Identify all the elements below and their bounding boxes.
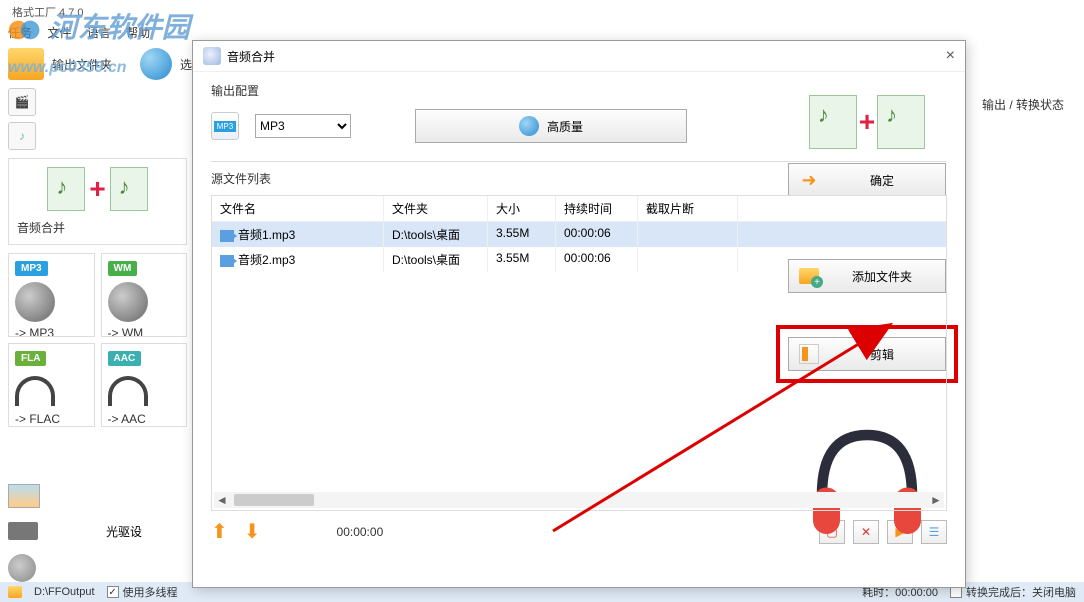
merge-tile-label: 音频合并 <box>17 219 178 236</box>
table-row[interactable]: 音频2.mp3 D:\tools\桌面 3.55M 00:00:06 <box>212 247 946 272</box>
shutdown-checkbox[interactable]: 转换完成后：关闭电脑 <box>950 584 1076 600</box>
multithread-checkbox[interactable]: ✓使用多线程 <box>107 584 178 600</box>
audio-merge-dialog: 音频合并 × 输出配置 MP3 MP3 高质量 + ➜ 确定 + 添加文 <box>192 40 966 588</box>
format-tile-mp3[interactable]: MP3 -> MP3 <box>8 253 95 337</box>
scroll-left-icon[interactable]: ◄ <box>214 493 230 507</box>
output-folder-label: 输出文件夹 <box>52 56 112 73</box>
plus-icon: + <box>89 173 105 205</box>
format-tile-wm[interactable]: WM -> WM <box>101 253 188 337</box>
header-filename[interactable]: 文件名 <box>212 196 384 221</box>
move-down-button[interactable]: ⬇ <box>244 519 261 544</box>
format-label: -> FLAC <box>15 412 88 426</box>
cell-filename: 音频1.mp3 <box>238 228 295 242</box>
ok-button[interactable]: ➜ 确定 <box>788 163 946 197</box>
left-panel: 🎬 ♪ + 音频合并 MP3 -> MP3 WM -> WM FLA <box>8 88 187 427</box>
right-strip-label: 输出 / 转换状态 <box>974 88 1084 121</box>
video-category-icon[interactable]: 🎬 <box>8 88 36 116</box>
badge-aac: AAC <box>108 351 142 366</box>
music-note-icon <box>47 167 85 211</box>
audio-file-icon <box>220 255 234 267</box>
time-display: 00:00:00 <box>337 525 384 539</box>
audio-merge-tile[interactable]: + 音频合并 <box>8 158 187 245</box>
format-tile-aac[interactable]: AAC -> AAC <box>101 343 188 427</box>
format-label: -> WM <box>108 326 181 337</box>
dialog-icon <box>203 47 221 65</box>
header-folder[interactable]: 文件夹 <box>384 196 488 221</box>
speaker-icon <box>108 282 148 322</box>
file-table: 文件名 文件夹 大小 持续时间 截取片断 音频1.mp3 D:\tools\桌面… <box>211 195 947 511</box>
globe-icon <box>519 116 539 136</box>
output-folder-icon[interactable] <box>8 48 44 80</box>
header-clip[interactable]: 截取片断 <box>638 196 738 221</box>
horizontal-scrollbar[interactable]: ◄ ► <box>214 492 944 508</box>
folder-icon[interactable] <box>8 586 22 598</box>
menu-lang[interactable]: 语言 <box>87 26 111 40</box>
music-note-icon <box>877 95 925 149</box>
menu-help[interactable]: 帮助 <box>126 26 150 40</box>
quality-label: 高质量 <box>547 118 583 135</box>
badge-fla: FLA <box>15 351 46 366</box>
drive-label: 光驱设 <box>106 523 142 540</box>
format-label: -> AAC <box>108 412 181 426</box>
format-label: -> MP3 <box>15 326 88 337</box>
cell-filename: 音频2.mp3 <box>238 253 295 267</box>
ok-label: 确定 <box>829 172 935 189</box>
music-note-icon <box>110 167 148 211</box>
headphone-icon <box>15 376 55 406</box>
audio-category-icon[interactable]: ♪ <box>8 122 36 150</box>
quality-button[interactable]: 高质量 <box>415 109 687 143</box>
menu-task[interactable]: 任务 <box>8 26 32 40</box>
table-row[interactable]: 音频1.mp3 D:\tools\桌面 3.55M 00:00:06 <box>212 222 946 247</box>
format-grid: MP3 -> MP3 WM -> WM FLA -> FLAC AAC -> A… <box>8 253 187 427</box>
cell-duration: 00:00:06 <box>556 222 638 247</box>
cell-folder: D:\tools\桌面 <box>384 247 488 272</box>
audio-file-icon <box>220 230 234 242</box>
options-icon[interactable] <box>140 48 172 80</box>
dialog-title: 音频合并 <box>227 48 275 65</box>
cell-size: 3.55M <box>488 247 556 272</box>
plus-icon: + <box>859 106 875 138</box>
format-tile-flac[interactable]: FLA -> FLAC <box>8 343 95 427</box>
cell-clip <box>638 222 738 247</box>
title-bar: 格式工厂 4.7.0 <box>0 0 1084 22</box>
dialog-title-bar: 音频合并 × <box>193 41 965 72</box>
header-duration[interactable]: 持续时间 <box>556 196 638 221</box>
merge-illustration: + <box>809 95 925 149</box>
badge-wm: WM <box>108 261 138 276</box>
headphone-icon <box>108 376 148 406</box>
cell-folder: D:\tools\桌面 <box>384 222 488 247</box>
scroll-thumb[interactable] <box>234 494 314 506</box>
cd-drive-icon[interactable] <box>8 522 38 540</box>
cell-duration: 00:00:06 <box>556 247 638 272</box>
arrow-right-icon: ➜ <box>799 170 819 190</box>
bottom-left-icons: 光驱设 <box>8 484 142 582</box>
multithread-label: 使用多线程 <box>123 584 178 600</box>
output-path[interactable]: D:\FFOutput <box>34 586 95 598</box>
cell-clip <box>638 247 738 272</box>
speaker-icon <box>15 282 55 322</box>
move-up-button[interactable]: ⬆ <box>211 519 228 544</box>
format-select[interactable]: MP3 <box>255 114 351 138</box>
badge-mp3: MP3 <box>15 261 48 276</box>
close-button[interactable]: × <box>946 47 955 65</box>
picture-category-icon[interactable] <box>8 484 40 508</box>
toolbox-icon[interactable] <box>8 554 36 582</box>
shutdown-label: 转换完成后：关闭电脑 <box>966 584 1076 600</box>
music-note-icon <box>809 95 857 149</box>
menu-file[interactable]: 文件 <box>47 26 71 40</box>
window-title: 格式工厂 4.7.0 <box>12 7 84 19</box>
table-header: 文件名 文件夹 大小 持续时间 截取片断 <box>212 196 946 222</box>
header-size[interactable]: 大小 <box>488 196 556 221</box>
scroll-right-icon[interactable]: ► <box>928 493 944 507</box>
cell-size: 3.55M <box>488 222 556 247</box>
mp3-format-icon: MP3 <box>211 112 239 140</box>
